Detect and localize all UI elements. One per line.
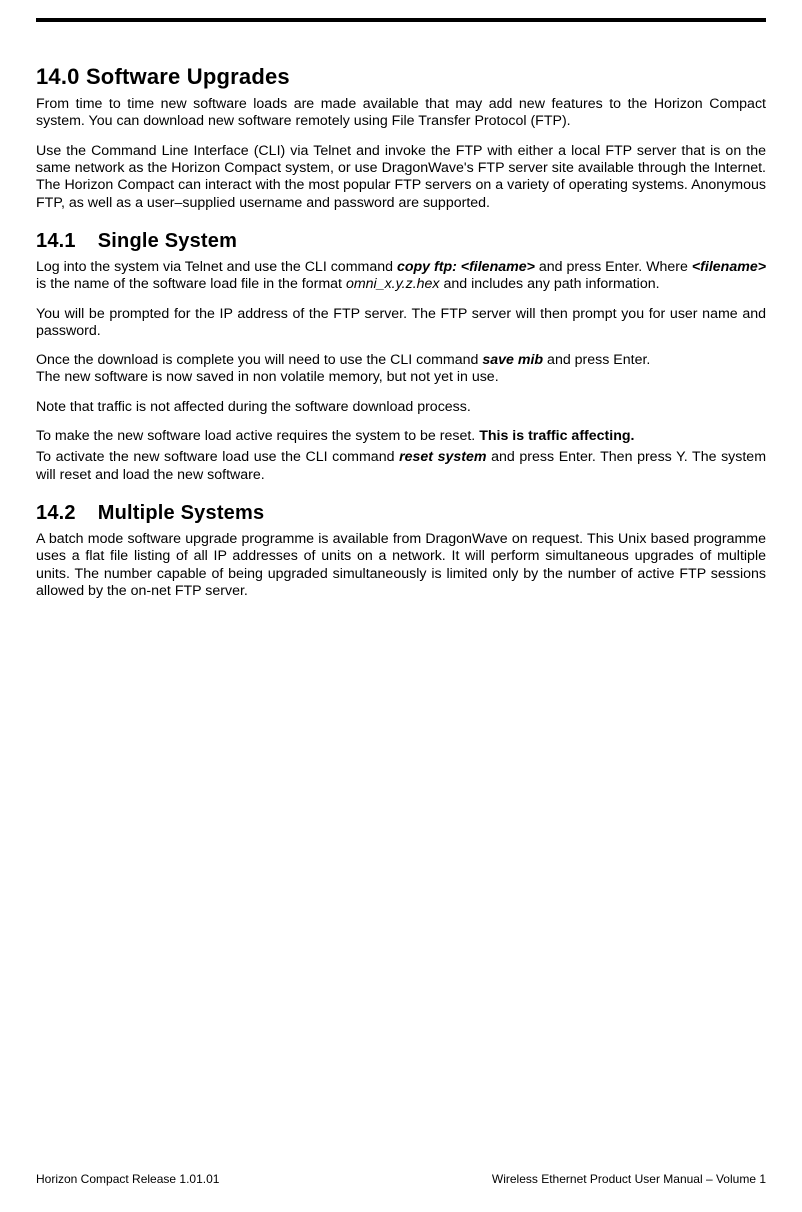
footer-right-text: Wireless Ethernet Product User Manual – …	[492, 1172, 766, 1186]
text: and includes any path information.	[440, 276, 660, 292]
file-format: omni_x.y.z.hex	[346, 276, 440, 292]
subsection-heading: 14.1 Single System	[36, 230, 766, 253]
paragraph: To make the new software load active req…	[36, 428, 766, 445]
subsection-heading: 14.2 Multiple Systems	[36, 502, 766, 525]
paragraph: Use the Command Line Interface (CLI) via…	[36, 143, 766, 212]
page-content: 14.0 Software Upgrades From time to time…	[36, 64, 766, 600]
warning-text: This is traffic affecting.	[479, 428, 634, 444]
subsection-title: Single System	[98, 230, 237, 252]
paragraph: Note that traffic is not affected during…	[36, 399, 766, 416]
text: The new software is now saved in non vol…	[36, 369, 499, 385]
footer-left-text: Horizon Compact Release 1.01.01	[36, 1172, 219, 1186]
text: Log into the system via Telnet and use t…	[36, 259, 397, 275]
cli-command: copy ftp: <filename>	[397, 259, 535, 275]
paragraph: Log into the system via Telnet and use t…	[36, 259, 766, 294]
text: is the name of the software load file in…	[36, 276, 346, 292]
filename-placeholder: <filename>	[692, 259, 766, 275]
paragraph: You will be prompted for the IP address …	[36, 306, 766, 341]
text: and press Enter. Where	[535, 259, 692, 275]
subsection-title: Multiple Systems	[98, 502, 265, 524]
text: To make the new software load active req…	[36, 428, 479, 444]
text: To activate the new software load use th…	[36, 449, 399, 465]
subsection-number: 14.2	[36, 502, 76, 525]
page-footer: Horizon Compact Release 1.01.01 Wireless…	[36, 1172, 766, 1186]
paragraph: A batch mode software upgrade programme …	[36, 531, 766, 600]
paragraph: From time to time new software loads are…	[36, 96, 766, 131]
section-heading: 14.0 Software Upgrades	[36, 64, 766, 90]
cli-command: reset system	[399, 449, 486, 465]
section-title: Software Upgrades	[86, 64, 290, 89]
section-number: 14.0	[36, 64, 80, 89]
paragraph: Once the download is complete you will n…	[36, 352, 766, 387]
subsection-number: 14.1	[36, 230, 76, 253]
text: and press Enter.	[543, 352, 650, 368]
text: Once the download is complete you will n…	[36, 352, 482, 368]
top-divider	[36, 18, 766, 22]
paragraph: To activate the new software load use th…	[36, 449, 766, 484]
cli-command: save mib	[482, 352, 543, 368]
